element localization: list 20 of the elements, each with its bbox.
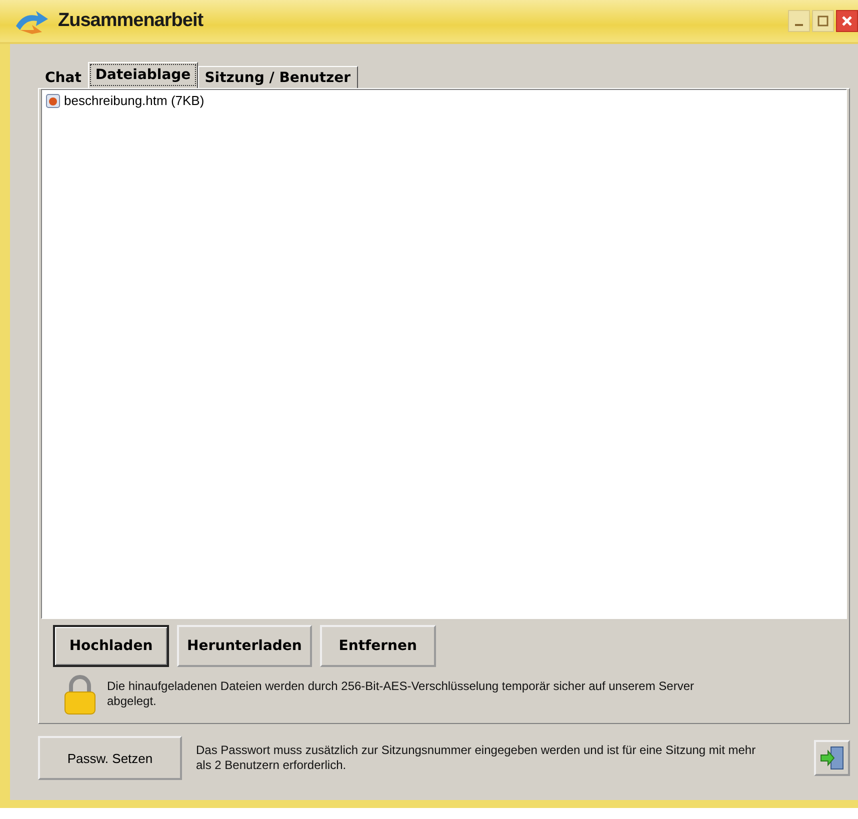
exit-icon (819, 745, 845, 771)
maximize-icon (817, 15, 829, 27)
tab[interactable]: Sitzung / Benutzer (198, 66, 358, 88)
file-item[interactable]: beschreibung.htm (7KB) (64, 93, 204, 108)
window-title: Zusammenarbeit (58, 10, 204, 32)
action-button[interactable]: Herunterladen (177, 625, 312, 667)
security-note: Die hinaufgeladenen Dateien werden durch 256-Bit-AES-Verschlüsselung temporär sicher auf unserem Server abgelegt. (107, 679, 695, 709)
tab[interactable]: Dateiablage (88, 62, 198, 88)
password-button[interactable]: Passw. Setzen (38, 736, 182, 780)
action-button[interactable]: Entfernen (320, 625, 436, 667)
action-button[interactable]: Hochladen (53, 625, 169, 667)
file-icon (46, 94, 60, 108)
password-note: Das Passwort muss zusätzlich zur Sitzungsnummer eingegeben werden und ist für eine Sitzung mit mehr als 2 Benutzern erforderlich. (196, 743, 757, 773)
exit-button[interactable] (814, 740, 850, 776)
close-button[interactable] (836, 10, 858, 32)
close-icon (841, 15, 853, 27)
minimize-button[interactable] (788, 10, 810, 32)
minimize-icon (795, 24, 803, 26)
lock-icon (63, 675, 97, 715)
maximize-button[interactable] (812, 10, 834, 32)
